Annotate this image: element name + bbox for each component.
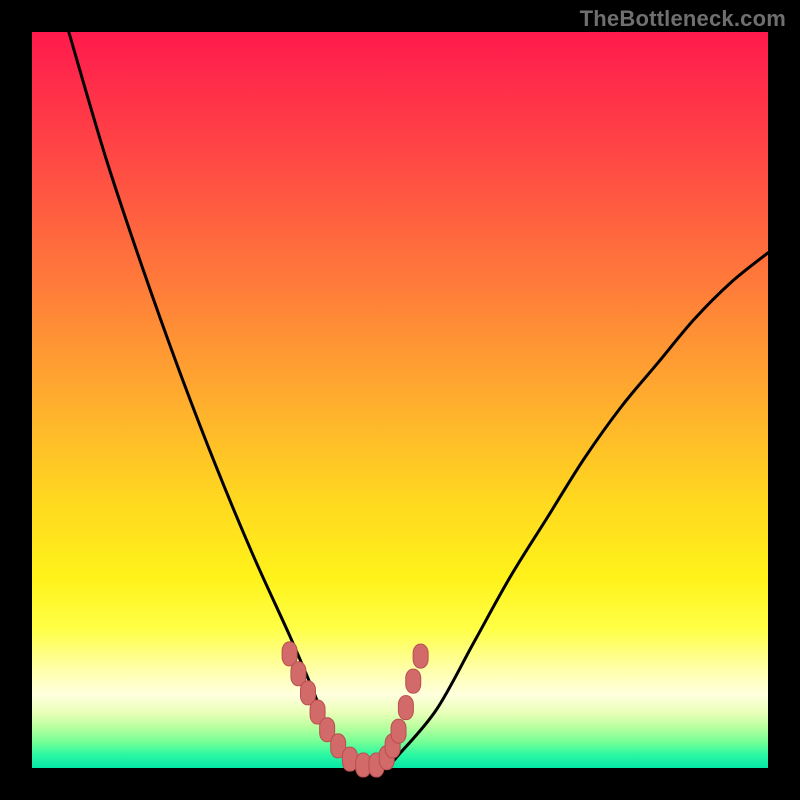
valley-marker (413, 644, 428, 668)
marker-layer (282, 642, 428, 777)
valley-marker (391, 719, 406, 743)
watermark-text: TheBottleneck.com (580, 6, 786, 32)
chart-stage: TheBottleneck.com (0, 0, 800, 800)
valley-marker (398, 696, 413, 720)
plot-area (32, 32, 768, 768)
curve-svg (32, 32, 768, 768)
valley-marker (406, 669, 421, 693)
